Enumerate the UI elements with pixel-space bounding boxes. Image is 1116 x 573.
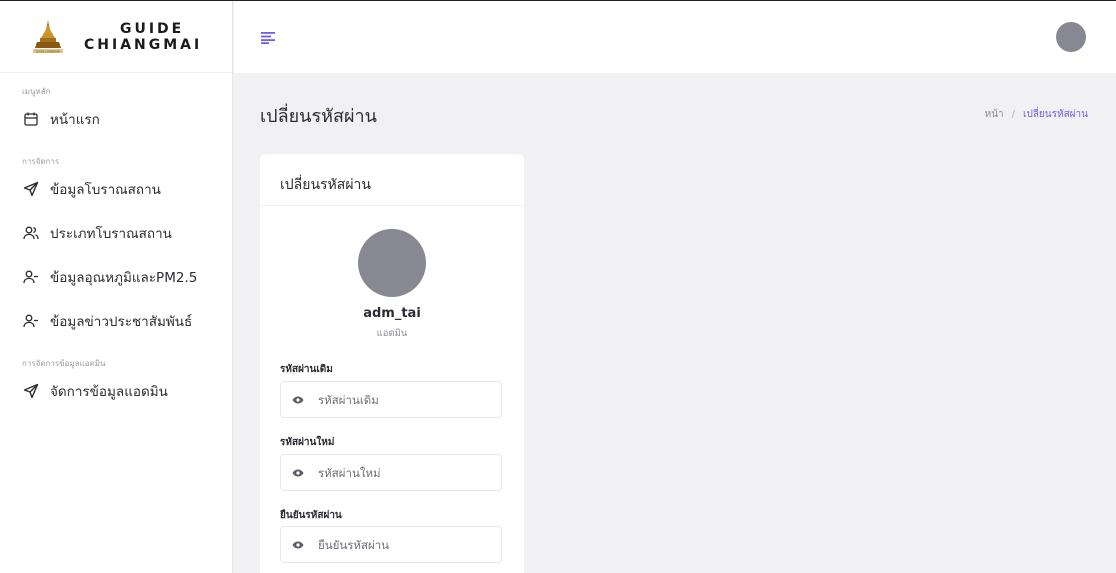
brand-line1: GUIDE xyxy=(119,20,185,37)
confirm-password-input[interactable] xyxy=(318,537,488,552)
send-icon xyxy=(22,180,40,198)
breadcrumb-home[interactable]: หน้า xyxy=(985,109,1004,120)
send-icon xyxy=(22,382,40,400)
user-minus-icon xyxy=(22,312,40,330)
old-password-label: รหัสผ่านเดิม xyxy=(280,364,333,375)
sidebar-item-site-types[interactable]: ประเภทโบราณสถาน xyxy=(0,211,232,255)
page-title: เปลี่ยนรหัสผ่าน xyxy=(260,106,377,127)
temple-logo-icon: GUIDE CHIANGMAI xyxy=(30,17,66,57)
new-password-label: รหัสผ่านใหม่ xyxy=(280,437,335,448)
sidebar-item-admin[interactable]: จัดการข้อมูลแอดมิน xyxy=(0,369,232,413)
new-password-field xyxy=(280,454,502,491)
breadcrumb-current: เปลี่ยนรหัสผ่าน xyxy=(1023,109,1088,120)
section-title-main: เมนูหลัก xyxy=(22,87,51,96)
section-title-manage: การจัดการ xyxy=(22,157,60,166)
users-icon xyxy=(22,224,40,242)
sidebar-item-label: ข้อมูลข่าวประชาสัมพันธ์ xyxy=(50,314,193,330)
card-title: เปลี่ยนรหัสผ่าน xyxy=(260,154,524,206)
eye-icon[interactable] xyxy=(281,455,315,490)
sidebar-item-label: หน้าแรก xyxy=(50,112,100,128)
new-password-input[interactable] xyxy=(318,465,488,480)
eye-icon[interactable] xyxy=(281,527,315,562)
brand[interactable]: GUIDE CHIANGMAI GUIDE CHIANGMAI xyxy=(0,1,232,73)
menu-icon[interactable] xyxy=(261,29,275,44)
brand-line2: CHIANGMAI xyxy=(84,36,203,53)
change-password-card: เปลี่ยนรหัสผ่าน adm_tai แอดมิน รหัสผ่านเ… xyxy=(260,154,524,573)
user-minus-icon xyxy=(22,268,40,286)
eye-icon[interactable] xyxy=(281,382,315,417)
sidebar-item-temperature-pm[interactable]: ข้อมูลอุณหภูมิและPM2.5 xyxy=(0,255,232,299)
brand-name: GUIDE CHIANGMAI xyxy=(84,21,202,53)
sidebar-item-label: ข้อมูลโบราณสถาน xyxy=(50,182,161,198)
breadcrumb: หน้า / เปลี่ยนรหัสผ่าน xyxy=(985,107,1088,122)
sidebar-item-label: ประเภทโบราณสถาน xyxy=(50,226,172,242)
calendar-icon xyxy=(22,110,40,128)
confirm-password-field xyxy=(280,526,502,563)
logo-text: GUIDE CHIANGMAI xyxy=(36,49,60,53)
username: adm_tai xyxy=(363,306,421,321)
sidebar-item-ancient-sites[interactable]: ข้อมูลโบราณสถาน xyxy=(0,167,232,211)
confirm-password-label: ยืนยันรหัสผ่าน xyxy=(280,510,342,521)
avatar[interactable] xyxy=(1056,22,1086,52)
sidebar: GUIDE CHIANGMAI GUIDE CHIANGMAI เมนูหลัก… xyxy=(0,1,233,573)
section-title-admin: การจัดการข้อมูลแอดมิน xyxy=(22,359,106,368)
old-password-field xyxy=(280,381,502,418)
topbar xyxy=(234,1,1116,73)
breadcrumb-separator: / xyxy=(1011,109,1016,120)
old-password-input[interactable] xyxy=(318,392,488,407)
user-role: แอดมิน xyxy=(376,328,408,339)
sidebar-item-label: ข้อมูลอุณหภูมิและPM2.5 xyxy=(50,270,198,286)
profile-avatar xyxy=(358,229,426,297)
sidebar-item-label: จัดการข้อมูลแอดมิน xyxy=(50,384,168,400)
sidebar-item-news[interactable]: ข้อมูลข่าวประชาสัมพันธ์ xyxy=(0,299,232,343)
sidebar-item-home[interactable]: หน้าแรก xyxy=(0,97,232,141)
